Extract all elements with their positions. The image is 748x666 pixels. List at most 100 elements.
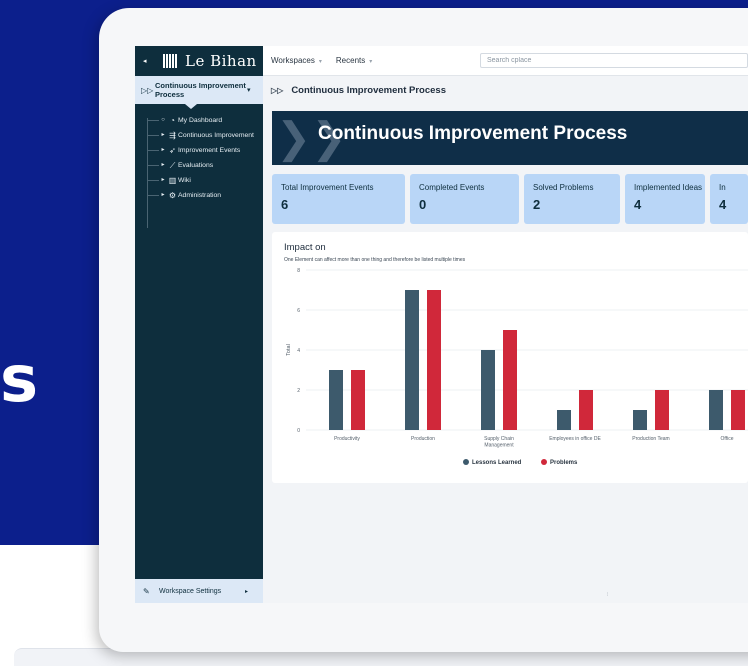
impact-chart-card: Impact on One Element can affect more th… (272, 232, 748, 483)
recents-menu[interactable]: Recents ▾ (336, 56, 372, 65)
bar (405, 290, 419, 430)
sidebar-item-administration[interactable]: ▸ ⚙ Administration (141, 191, 263, 200)
chevron-down-icon: ▾ (247, 87, 251, 94)
rocket-icon: ➶ (169, 146, 176, 155)
sidebar-item-continuous-improvement[interactable]: ▸ ⇶ Continuous Improvement (141, 131, 263, 140)
kpi-row: Total Improvement Events 6 Completed Eve… (272, 174, 748, 224)
expand-icon[interactable]: ▸ (159, 131, 167, 140)
workspaces-label: Workspaces (271, 56, 315, 65)
kpi-label: In (719, 183, 726, 192)
breadcrumb: ▷▷ Continuous Improvement Process (263, 76, 748, 104)
bar (579, 390, 593, 430)
y-axis-label: Total (286, 344, 292, 356)
bar (709, 390, 723, 430)
workspace-settings-button[interactable]: ✎ Workspace Settings ▸ (135, 579, 263, 603)
kpi-implemented-ideas[interactable]: Implemented Ideas 4 (625, 174, 705, 224)
kpi-label: Implemented Ideas (634, 183, 703, 192)
x-tick-label: Office (721, 436, 734, 442)
sidebar-item-label: Continuous Improvement (178, 132, 254, 139)
sidebar-item-label: My Dashboard (178, 117, 223, 124)
wrench-icon: ✎ (143, 586, 150, 596)
expand-icon[interactable]: ▸ (159, 191, 167, 200)
kpi-value: 4 (719, 197, 727, 212)
x-tick-label: Employees in office DE (549, 436, 601, 442)
legend-label: Problems (550, 460, 578, 466)
gear-icon: ⚙ (168, 191, 177, 200)
banner-title: Continuous Improvement Process (318, 123, 628, 144)
page-title: Continuous Improvement Process (291, 84, 446, 96)
bar (557, 410, 571, 430)
page-banner: ❯❯ Continuous Improvement Process (272, 111, 748, 165)
bar (481, 350, 495, 430)
search-input[interactable] (480, 53, 748, 68)
tree-connector (147, 150, 159, 151)
sidebar-item-label: Wiki (178, 177, 191, 184)
y-tick-label: 4 (297, 348, 300, 354)
bar (655, 390, 669, 430)
sidebar-item-label: Administration (178, 192, 222, 199)
bar (427, 290, 441, 430)
resize-handle-icon[interactable]: ⁞ (607, 592, 608, 598)
y-tick-label: 0 (297, 428, 300, 434)
kpi-value: 0 (419, 197, 427, 212)
recents-label: Recents (335, 56, 366, 65)
kpi-total-improvement-events[interactable]: Total Improvement Events 6 (272, 174, 405, 224)
kpi-value: 6 (281, 197, 289, 212)
sidebar-item-wiki[interactable]: ▸ ▥ Wiki (141, 176, 263, 185)
x-tick-label: Production Team (632, 436, 669, 442)
tree-connector (147, 120, 159, 121)
flow-icon: ⇶ (169, 131, 176, 140)
app-logo[interactable]: Le Bihan (185, 52, 257, 70)
tree-connector (147, 135, 159, 136)
sidebar-item-label: Improvement Events (178, 147, 241, 154)
workspace-selector[interactable]: ▷▷ Continuous Improvement Process ▾ (135, 76, 263, 109)
legend-marker (541, 459, 547, 465)
legend-label: Lessons Learned (472, 460, 522, 466)
chevron-down-icon: ▾ (369, 59, 373, 65)
workspace-name: Continuous Improvement Process (155, 81, 246, 99)
x-tick-label: Productivity (334, 436, 360, 442)
kpi-label: Solved Problems (533, 183, 594, 192)
double-chevron-icon: ▷▷ (271, 85, 284, 95)
y-tick-label: 6 (297, 308, 300, 314)
bar (731, 390, 745, 430)
expand-icon[interactable]: ▸ (159, 176, 167, 185)
kpi-partial[interactable]: In 4 (710, 174, 748, 224)
book-icon: ▥ (168, 176, 177, 185)
x-tick-label: Production (411, 436, 435, 442)
tree-connector (147, 165, 159, 166)
chart-line-icon: ⟋ (169, 161, 176, 170)
collapse-sidebar-icon[interactable]: ◂ (143, 57, 153, 65)
workspaces-menu[interactable]: Workspaces ▾ (271, 56, 322, 65)
kpi-value: 2 (533, 197, 541, 212)
tree-connector (147, 180, 159, 181)
chevron-down-icon: ▾ (318, 59, 322, 65)
chevron-right-icon: ▸ (245, 588, 249, 595)
top-bar: Workspaces ▾ Recents ▾ (263, 46, 748, 76)
workspace-settings-label: Workspace Settings (159, 587, 222, 595)
sidebar-item-my-dashboard[interactable]: ○ ◔ My Dashboard (141, 116, 263, 125)
legend-marker (463, 459, 469, 465)
bullet-icon: ○ (161, 117, 165, 123)
impact-bar-chart: 0 2 4 6 8 Total Productivity Production Supply C… (286, 268, 748, 466)
sidebar-item-evaluations[interactable]: ▸ ⟋ Evaluations (141, 161, 263, 170)
expand-icon[interactable]: ▸ (159, 161, 167, 170)
expand-icon[interactable]: ▸ (159, 146, 167, 155)
bar (503, 330, 517, 430)
kpi-completed-events[interactable]: Completed Events 0 (410, 174, 519, 224)
sidebar-item-label: Evaluations (178, 162, 214, 169)
x-tick-label: Management (484, 443, 514, 449)
kpi-solved-problems[interactable]: Solved Problems 2 (524, 174, 620, 224)
sidebar-item-improvement-events[interactable]: ▸ ➶ Improvement Events (141, 146, 263, 155)
kpi-value: 4 (634, 197, 642, 212)
kpi-label: Total Improvement Events (281, 183, 374, 192)
x-tick-label: Supply Chain (484, 436, 514, 442)
sidebar: ◂ Le Bihan ▷▷ Continuous Improvement Pro… (135, 46, 263, 603)
sidebar-header: ◂ Le Bihan (135, 46, 263, 76)
tree-connector (147, 195, 159, 196)
y-tick-label: 2 (297, 388, 300, 394)
y-tick-label: 8 (297, 268, 300, 274)
double-chevron-icon: ▷▷ (141, 85, 154, 95)
dashboard-icon: ◔ (170, 116, 175, 125)
bar (329, 370, 343, 430)
